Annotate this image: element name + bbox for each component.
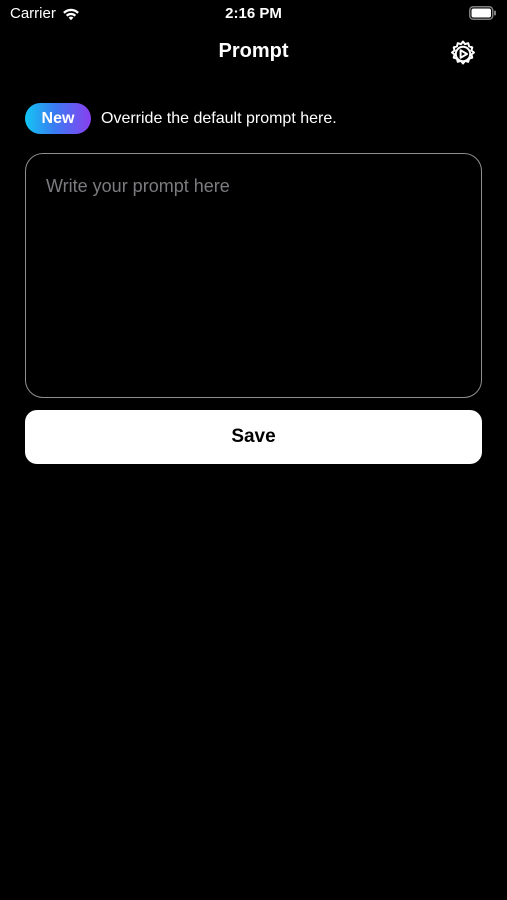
gear-play-icon [451,40,475,65]
battery-icon [469,6,496,20]
status-bar: Carrier 2:16 PM [0,0,507,28]
notice-text: Override the default prompt here. [101,109,337,127]
prompt-screen: Carrier 2:16 PM Prompt New Override the … [0,0,507,900]
new-badge: New [25,103,91,134]
page-title: Prompt [218,40,289,62]
settings-button[interactable] [447,38,479,70]
prompt-input[interactable] [25,153,482,398]
notice-row: New Override the default prompt here. [25,103,337,134]
save-button[interactable]: Save [25,410,482,464]
status-time: 2:16 PM [225,5,282,22]
